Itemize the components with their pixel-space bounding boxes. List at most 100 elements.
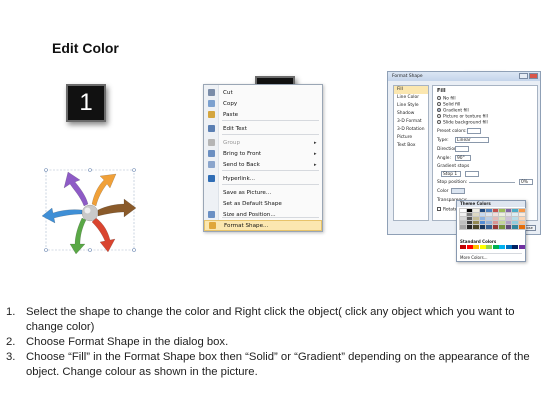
theme-color-swatch[interactable] (465, 212, 474, 218)
standard-color-swatch[interactable] (492, 245, 499, 249)
theme-color-swatch[interactable] (517, 224, 526, 230)
theme-color-swatch[interactable] (491, 224, 500, 230)
theme-color-swatch[interactable] (485, 216, 493, 222)
preset-colors-dropdown[interactable] (467, 128, 481, 134)
picture-fill-radio[interactable]: Picture or texture fill (437, 114, 488, 120)
menu-item-send-to-back[interactable]: Send to Back ▸ (204, 159, 322, 170)
theme-color-swatch[interactable] (491, 212, 500, 218)
theme-color-swatch[interactable] (472, 220, 480, 226)
nav-line-style[interactable]: Line Style (394, 102, 428, 110)
theme-color-swatch[interactable] (459, 216, 467, 222)
stop-dropdown[interactable]: Stop 1 (441, 171, 461, 177)
theme-color-swatch[interactable] (485, 212, 493, 218)
arrows-graphic[interactable] (40, 168, 140, 255)
red-arrow[interactable] (91, 217, 116, 253)
resize-handle[interactable] (132, 248, 136, 252)
help-button[interactable] (519, 73, 528, 79)
theme-color-swatch[interactable] (459, 212, 467, 218)
theme-color-swatch[interactable] (478, 220, 487, 226)
green-arrow[interactable] (69, 217, 87, 255)
theme-color-swatch[interactable] (472, 224, 480, 230)
theme-color-swatch[interactable] (504, 208, 513, 214)
gradient-fill-radio[interactable]: Gradient fill (437, 108, 469, 114)
nav-picture[interactable]: Picture (394, 134, 428, 142)
nav-fill[interactable]: Fill (394, 86, 428, 94)
standard-color-swatch[interactable] (512, 245, 518, 249)
orange-arrow[interactable] (91, 173, 117, 207)
theme-color-swatch[interactable] (504, 220, 513, 226)
menu-item-paste[interactable]: Paste (204, 109, 322, 120)
theme-color-swatch[interactable] (485, 208, 493, 214)
standard-color-swatch[interactable] (460, 245, 466, 249)
standard-color-swatch[interactable] (505, 245, 512, 249)
theme-color-swatch[interactable] (485, 224, 493, 230)
no-fill-radio[interactable]: No fill (437, 96, 456, 102)
theme-color-swatch[interactable] (472, 212, 480, 218)
menu-item-copy[interactable]: Copy (204, 98, 322, 109)
theme-color-swatch[interactable] (511, 208, 519, 214)
theme-color-swatch[interactable] (472, 216, 480, 222)
theme-color-swatch[interactable] (504, 216, 513, 222)
theme-color-swatch[interactable] (517, 220, 526, 226)
theme-color-swatch[interactable] (491, 216, 500, 222)
nav-3d-rotation[interactable]: 3-D Rotation (394, 126, 428, 134)
selected-arrow-shape[interactable] (40, 168, 140, 255)
resize-handle[interactable] (44, 168, 48, 172)
nav-text-box[interactable]: Text Box (394, 142, 428, 150)
color-picker-button[interactable] (451, 188, 465, 194)
theme-color-swatch[interactable] (465, 216, 474, 222)
direction-dropdown[interactable] (455, 146, 469, 152)
theme-color-swatch[interactable] (517, 212, 526, 218)
stop-position-input[interactable]: 0% (519, 179, 533, 185)
menu-item-edit-text[interactable]: Edit Text (204, 123, 322, 134)
theme-color-swatch[interactable] (491, 220, 500, 226)
resize-handle[interactable] (88, 248, 92, 252)
theme-color-swatch[interactable] (498, 224, 506, 230)
menu-item-size-and-position[interactable]: Size and Position... (204, 209, 322, 220)
purple-arrow[interactable] (63, 171, 89, 207)
theme-color-swatch[interactable] (459, 208, 467, 214)
menu-item-cut[interactable]: Cut (204, 87, 322, 98)
theme-color-swatch[interactable] (478, 224, 487, 230)
theme-color-swatch[interactable] (459, 220, 467, 226)
resize-handle[interactable] (88, 168, 92, 172)
angle-input[interactable]: 90° (455, 155, 471, 161)
solid-fill-radio[interactable]: Solid fill (437, 102, 460, 108)
add-stop-button[interactable] (465, 171, 479, 177)
theme-color-swatch[interactable] (517, 208, 526, 214)
type-dropdown[interactable]: Linear (455, 137, 489, 143)
theme-color-swatch[interactable] (485, 220, 493, 226)
stop-position-slider[interactable] (469, 182, 515, 183)
standard-color-swatch[interactable] (518, 245, 525, 249)
menu-item-format-shape[interactable]: Format Shape... (204, 220, 322, 231)
theme-color-swatch[interactable] (478, 208, 487, 214)
theme-color-swatch[interactable] (498, 208, 506, 214)
theme-color-swatch[interactable] (491, 208, 500, 214)
standard-color-swatch[interactable] (486, 245, 492, 249)
theme-color-swatch[interactable] (465, 224, 474, 230)
menu-item-set-as-default-shape[interactable]: Set as Default Shape (204, 198, 322, 209)
nav-line-color[interactable]: Line Color (394, 94, 428, 102)
theme-color-swatch[interactable] (498, 220, 506, 226)
theme-color-swatch[interactable] (465, 220, 474, 226)
menu-item-group[interactable]: Group ▸ (204, 137, 322, 148)
theme-color-swatch[interactable] (498, 212, 506, 218)
theme-color-swatch[interactable] (504, 212, 513, 218)
standard-color-swatch[interactable] (499, 245, 505, 249)
theme-color-swatch[interactable] (465, 208, 474, 214)
theme-color-swatch[interactable] (511, 220, 519, 226)
theme-color-swatch[interactable] (511, 216, 519, 222)
standard-color-swatch[interactable] (466, 245, 473, 249)
nav-3d-format[interactable]: 3-D Format (394, 118, 428, 126)
theme-color-swatch[interactable] (517, 216, 526, 222)
standard-color-swatch[interactable] (479, 245, 486, 249)
resize-handle[interactable] (44, 248, 48, 252)
standard-color-swatch[interactable] (473, 245, 479, 249)
theme-color-swatch[interactable] (478, 216, 487, 222)
menu-item-bring-to-front[interactable]: Bring to Front ▸ (204, 148, 322, 159)
theme-color-swatch[interactable] (511, 212, 519, 218)
theme-color-swatch[interactable] (459, 224, 467, 230)
nav-shadow[interactable]: Shadow (394, 110, 428, 118)
blue-arrow[interactable] (41, 207, 83, 224)
more-colors-link[interactable]: More Colors... (460, 255, 488, 260)
